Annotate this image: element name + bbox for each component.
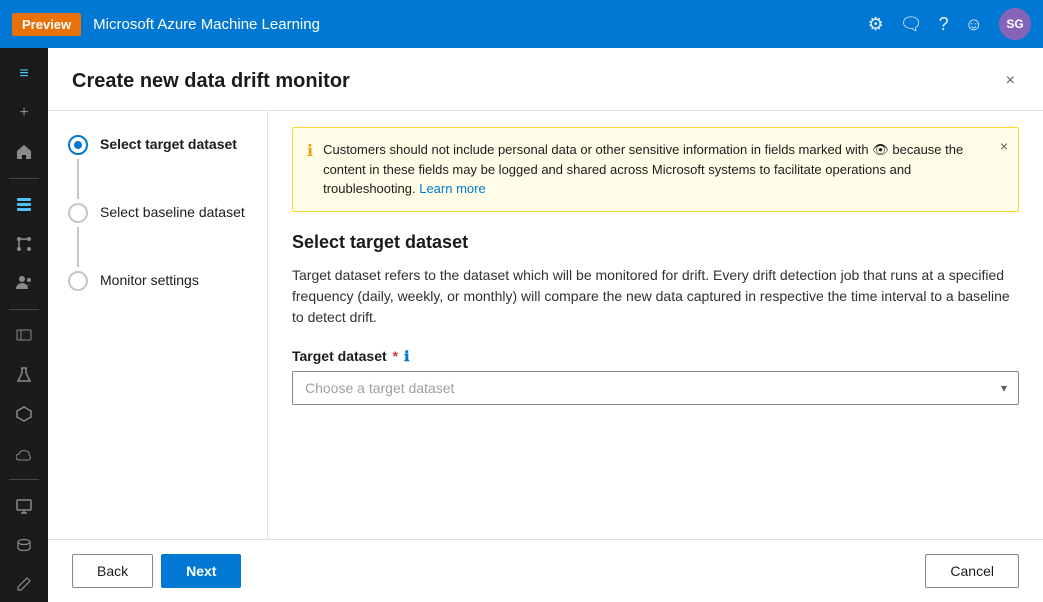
close-button[interactable]: × — [1002, 68, 1019, 94]
sidebar-item-data[interactable] — [4, 187, 44, 222]
step-1-row: Select target dataset — [68, 135, 247, 203]
learn-more-link[interactable]: Learn more — [419, 181, 485, 196]
app-title: Microsoft Azure Machine Learning — [93, 16, 867, 33]
target-dataset-select-wrapper: Choose a target dataset ▾ — [292, 371, 1019, 405]
sidebar-item-add[interactable]: + — [4, 95, 44, 130]
help-icon[interactable]: ? — [939, 14, 949, 35]
sidebar-item-storage[interactable] — [4, 527, 44, 562]
sidebar: ≡ + — [0, 48, 48, 602]
dialog-body: Select target dataset Select baseline da… — [48, 111, 1043, 539]
sidebar-item-home[interactable] — [4, 135, 44, 170]
info-banner-text: Customers should not include personal da… — [323, 140, 1004, 199]
step-1-line — [77, 159, 79, 199]
step-2-row: Select baseline dataset — [68, 203, 247, 271]
step-2-circle — [68, 203, 88, 223]
sidebar-item-cloud[interactable] — [4, 436, 44, 471]
step-3-connector — [68, 271, 88, 291]
required-star: * — [393, 348, 398, 364]
step-1-circle-inner — [74, 141, 82, 149]
sidebar-item-menu[interactable]: ≡ — [4, 56, 44, 91]
steps-panel: Select target dataset Select baseline da… — [48, 111, 268, 539]
dialog: Create new data drift monitor × — [48, 48, 1043, 602]
back-button[interactable]: Back — [72, 554, 153, 588]
preview-badge: Preview — [12, 13, 81, 36]
cancel-button[interactable]: Cancel — [925, 554, 1019, 588]
step-2-label: Select baseline dataset — [100, 203, 245, 220]
topbar-icons: ⚙ 🗨 ? ☺ SG — [868, 8, 1031, 40]
sidebar-item-people[interactable] — [4, 266, 44, 301]
form-section-title: Select target dataset — [292, 232, 1019, 253]
sidebar-item-experiments[interactable] — [4, 357, 44, 392]
sidebar-divider-3 — [9, 479, 39, 480]
form-section-desc: Target dataset refers to the dataset whi… — [292, 265, 1019, 328]
step-3-row: Monitor settings — [68, 271, 247, 291]
dialog-title: Create new data drift monitor — [72, 70, 350, 93]
dialog-header: Create new data drift monitor × — [48, 48, 1043, 111]
info-banner: ℹ Customers should not include personal … — [292, 127, 1019, 212]
step-2-connector — [68, 203, 88, 271]
step-1-connector — [68, 135, 88, 203]
avatar[interactable]: SG — [999, 8, 1031, 40]
step-1-circle — [68, 135, 88, 155]
sidebar-divider-1 — [9, 178, 39, 179]
sidebar-item-edit[interactable] — [4, 567, 44, 602]
sidebar-item-pipelines[interactable] — [4, 226, 44, 261]
target-dataset-label: Target dataset * ℹ — [292, 348, 1019, 365]
emoji-icon[interactable]: ☺ — [965, 14, 983, 35]
step-2-line — [77, 227, 79, 267]
step-3-circle — [68, 271, 88, 291]
footer-left: Back Next — [72, 554, 241, 588]
sidebar-divider-2 — [9, 309, 39, 310]
sidebar-item-models[interactable] — [4, 396, 44, 431]
sidebar-item-compute[interactable] — [4, 318, 44, 353]
topbar: Preview Microsoft Azure Machine Learning… — [0, 0, 1043, 48]
sidebar-item-monitor[interactable] — [4, 488, 44, 523]
settings-icon[interactable]: ⚙ — [868, 14, 884, 35]
target-dataset-select[interactable]: Choose a target dataset — [292, 371, 1019, 405]
info-banner-icon: ℹ — [307, 141, 313, 161]
target-dataset-info-icon[interactable]: ℹ — [404, 348, 409, 365]
info-banner-close-button[interactable]: × — [1000, 138, 1008, 154]
feedback-icon[interactable]: 🗨 — [900, 14, 923, 35]
form-panel: ℹ Customers should not include personal … — [268, 111, 1043, 539]
content-area: Create new data drift monitor × — [48, 48, 1043, 602]
dialog-footer: Back Next Cancel — [48, 539, 1043, 602]
step-3-label: Monitor settings — [100, 271, 199, 288]
next-button[interactable]: Next — [161, 554, 241, 588]
main-layout: ≡ + — [0, 48, 1043, 602]
step-1-label: Select target dataset — [100, 135, 237, 152]
